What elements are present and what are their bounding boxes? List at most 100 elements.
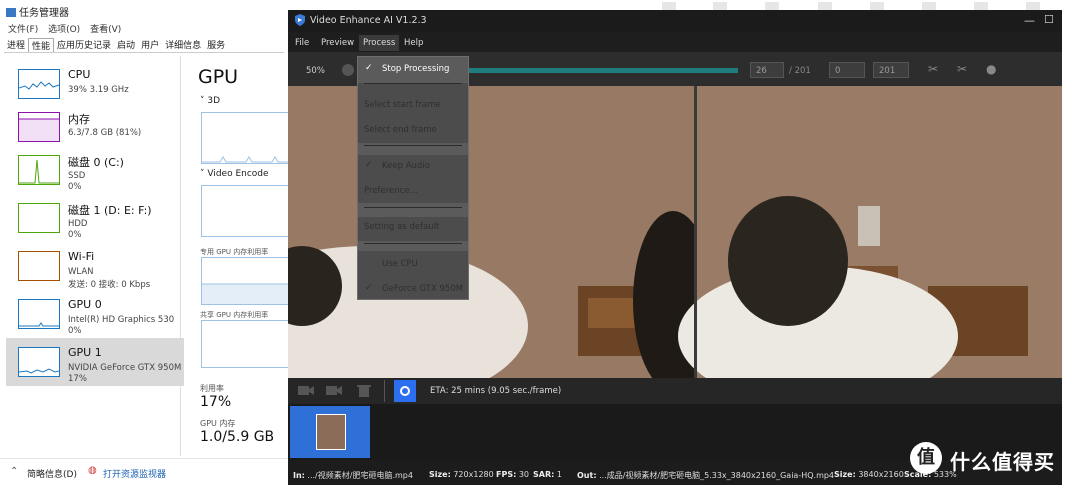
menu-item-select-end-frame[interactable]: Select end frame: [358, 118, 468, 142]
menu-item-preference[interactable]: Preference...: [358, 179, 468, 203]
file-icon: [765, 2, 779, 10]
eta-text: ETA: 25 mins (9.05 sec./frame): [430, 386, 562, 396]
menu-separator: [364, 243, 462, 244]
range-start-field[interactable]: 0: [829, 62, 865, 78]
fewer-details-link[interactable]: 简略信息(D): [27, 467, 77, 480]
resource-detail: 6.3/7.8 GB (81%): [68, 128, 142, 138]
trash-icon[interactable]: [356, 384, 372, 397]
file-icon: [974, 2, 988, 10]
remove-video-icon[interactable]: [326, 384, 342, 397]
task-manager-title: 任务管理器: [6, 4, 69, 19]
maximize-icon[interactable]: ☐: [1044, 13, 1054, 26]
frame-progress-bar[interactable]: [468, 68, 738, 73]
fps-label: FPS:: [496, 470, 517, 479]
tab-details[interactable]: 详细信息: [162, 38, 204, 52]
vea-menubar: File Preview Process Help: [288, 32, 1062, 52]
thumbnail-frame: [316, 414, 346, 450]
open-resource-monitor-link[interactable]: 打开资源监视器: [103, 467, 166, 480]
range-end-field[interactable]: 201: [873, 62, 909, 78]
scissors-icon[interactable]: ✂: [928, 62, 938, 76]
gpu-detail-panel: GPU ˅ 3D ˅ Video Encode 专用 GPU 内存利用率 共享 …: [184, 56, 290, 456]
add-video-icon[interactable]: [298, 384, 314, 397]
current-frame-field[interactable]: 26: [750, 62, 784, 78]
watermark: 值 什么值得买: [908, 440, 1068, 480]
menu-preview[interactable]: Preview: [321, 38, 354, 48]
minimize-icon[interactable]: —: [1024, 14, 1035, 27]
process-dropdown-menu: ✓ Stop Processing Select start frame Sel…: [357, 56, 469, 300]
resource-gpu-0[interactable]: GPU 0 Intel(R) HD Graphics 530 0%: [8, 290, 180, 338]
input-path: .../视频素材/肥宅砸电脑.mp4: [307, 471, 413, 480]
menu-item-keep-audio[interactable]: ✓ Keep Audio: [358, 154, 468, 178]
menu-help[interactable]: Help: [404, 38, 423, 48]
tab-app-history[interactable]: 应用历史记录: [54, 38, 114, 52]
record-stop-icon[interactable]: ●: [986, 62, 996, 76]
menu-item-gpu[interactable]: ✓ GeForce GTX 950M: [358, 277, 468, 301]
check-icon: ✓: [365, 160, 373, 170]
menu-file[interactable]: File: [295, 38, 309, 48]
sar-label: SAR:: [533, 470, 555, 479]
menu-item-setting-as-default[interactable]: Setting as default: [358, 215, 468, 239]
stop-processing-button[interactable]: [394, 380, 416, 402]
memory-mini-graph: [18, 112, 60, 142]
tab-processes[interactable]: 进程: [4, 38, 28, 52]
resource-name: 磁盘 0 (C:): [68, 156, 124, 169]
tab-performance[interactable]: 性能: [28, 38, 55, 52]
menu-options[interactable]: 选项(O): [48, 25, 80, 35]
shared-memory-graph: [201, 320, 290, 368]
engine-3d-graph: [201, 112, 290, 164]
chevron-up-icon[interactable]: ⌃: [10, 466, 18, 477]
frame-total: / 201: [789, 66, 811, 76]
menu-file[interactable]: 文件(F): [8, 25, 38, 35]
tab-startup[interactable]: 启动: [114, 38, 138, 52]
menu-item-stop-processing[interactable]: ✓ Stop Processing: [358, 57, 468, 81]
disk1-mini-graph: [18, 203, 60, 233]
output-size-value: 3840x2160: [858, 470, 904, 479]
menu-item-use-cpu[interactable]: Use CPU: [358, 252, 468, 276]
resource-monitor-icon: ◍: [88, 465, 97, 476]
gpu1-mini-graph: [18, 347, 60, 377]
toolbar-divider: [384, 380, 385, 402]
task-manager-tabs: 进程 性能 应用历史记录 启动 用户 详细信息 服务: [4, 38, 284, 53]
cut-segment-icon[interactable]: ✂: [957, 62, 967, 76]
resource-memory[interactable]: 内存 6.3/7.8 GB (81%): [8, 103, 180, 151]
resource-detail: Intel(R) HD Graphics 530: [68, 315, 175, 325]
watermark-text: 什么值得买: [950, 450, 1055, 474]
resource-detail: WLAN: [68, 267, 94, 277]
menu-item-select-start-frame[interactable]: Select start frame: [358, 93, 468, 117]
input-size-value: 720x1280: [453, 470, 494, 479]
file-icon: [1026, 2, 1040, 10]
play-icon[interactable]: [342, 64, 354, 76]
menu-separator: [364, 145, 462, 146]
menu-view[interactable]: 查看(V): [90, 25, 121, 35]
task-manager-icon: [6, 8, 16, 17]
task-manager-footer: ⌃ 简略信息(D) ◍ 打开资源监视器: [0, 458, 290, 486]
video-thumbnail[interactable]: [290, 406, 370, 458]
check-icon: ✓: [365, 63, 373, 73]
resource-disk-1[interactable]: 磁盘 1 (D: E: F:) HDD 0%: [8, 194, 180, 242]
vea-control-bar: ETA: 25 mins (9.05 sec./frame): [288, 378, 1062, 404]
resource-list: CPU 39% 3.19 GHz 内存 6.3/7.8 GB (81%) 磁盘 …: [4, 56, 184, 456]
utilization-value: 17%: [200, 394, 232, 410]
engine-video-encode-label: ˅ Video Encode: [200, 169, 269, 179]
task-manager-menubar: 文件(F) 选项(O) 查看(V): [8, 22, 128, 35]
gpu0-mini-graph: [18, 299, 60, 329]
gpu-heading: GPU: [198, 66, 239, 88]
split-divider[interactable]: [694, 86, 697, 378]
file-icon: [713, 2, 727, 10]
shared-memory-label: 共享 GPU 内存利用率: [200, 311, 269, 319]
menu-separator: [364, 83, 462, 84]
resource-detail: SSD: [68, 171, 86, 181]
resource-usage: 发送: 0 接收: 0 Kbps: [68, 280, 151, 290]
tab-users[interactable]: 用户: [138, 38, 162, 52]
resource-disk-0[interactable]: 磁盘 0 (C:) SSD 0%: [8, 146, 180, 194]
gpu-memory-label: GPU 内存: [200, 419, 236, 428]
resource-gpu-1[interactable]: GPU 1 NVIDIA GeForce GTX 950M 17%: [6, 338, 184, 386]
tab-services[interactable]: 服务: [204, 38, 228, 52]
resource-wifi[interactable]: Wi-Fi WLAN 发送: 0 接收: 0 Kbps: [8, 242, 180, 290]
menu-process[interactable]: Process: [359, 35, 400, 51]
file-icon: [818, 2, 832, 10]
dedicated-memory-label: 专用 GPU 内存利用率: [200, 248, 269, 256]
cpu-mini-graph: [18, 69, 60, 99]
resource-cpu[interactable]: CPU 39% 3.19 GHz: [8, 60, 180, 108]
zoom-level[interactable]: 50%: [306, 66, 325, 76]
